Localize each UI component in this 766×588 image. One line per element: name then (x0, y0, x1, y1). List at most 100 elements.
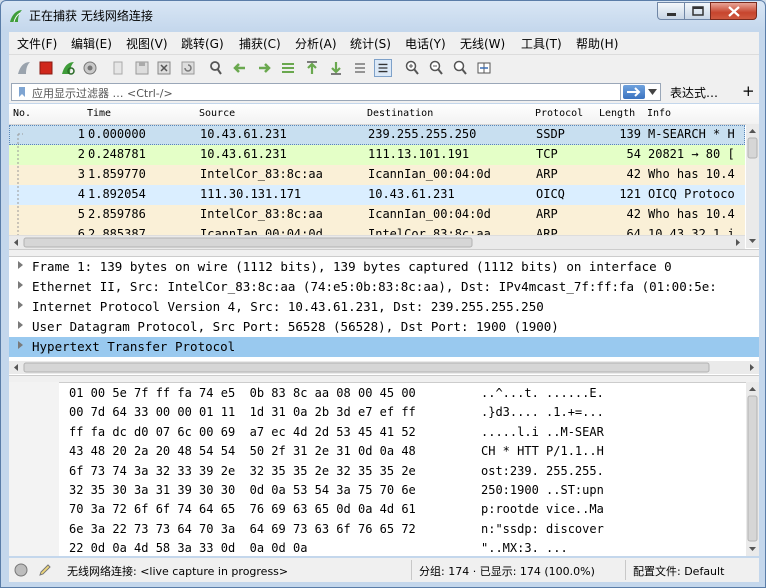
detail-tree-item[interactable]: User Datagram Protocol, Src Port: 56528 … (9, 317, 759, 337)
hex-row[interactable]: 00406f 73 74 3a 32 33 39 2e 32 35 35 2e … (9, 462, 745, 482)
add-filter-button[interactable]: + (742, 82, 755, 100)
menu-help[interactable]: 帮助(H) (576, 35, 618, 52)
display-filter-input[interactable]: 应用显示过滤器 … <Ctrl-/> (11, 83, 621, 101)
open-file-icon[interactable] (109, 59, 127, 77)
minimize-button[interactable] (657, 2, 685, 20)
title-bar[interactable]: 正在捕获 无线网络连接 (1, 1, 765, 31)
cell-destination: IcannIan_00:04:0d (368, 207, 491, 221)
cell-length: 139 (619, 127, 641, 141)
go-back-icon[interactable] (231, 59, 249, 77)
hex-row[interactable]: 005032 35 30 3a 31 39 30 30 0d 0a 53 54 … (9, 481, 745, 501)
status-interface-text: 无线网络连接: <live capture in progress> (67, 565, 289, 578)
cell-info: OICQ Protoco (648, 187, 735, 201)
hex-bytes: 22 0d 0a 4d 58 3a 33 0d 0a 0d 0a (69, 541, 308, 556)
pane-splitter-1[interactable] (9, 249, 759, 257)
close-file-icon[interactable] (155, 59, 173, 77)
reload-file-icon[interactable] (179, 59, 197, 77)
column-header-no[interactable]: No. (13, 108, 31, 119)
packet-row[interactable]: 3 1.859770 IntelCor_83:8c:aa IcannIan_00:04… (9, 165, 745, 185)
hex-ascii: 250:1900 ..ST:upn (481, 483, 604, 497)
expand-arrow-icon[interactable] (18, 341, 23, 349)
expand-arrow-icon[interactable] (18, 281, 23, 289)
expression-button[interactable]: 表达式… (670, 84, 718, 101)
detail-tree-item[interactable]: Internet Protocol Version 4, Src: 10.43.… (9, 297, 759, 317)
save-file-icon[interactable] (133, 59, 151, 77)
pane-splitter-2[interactable] (9, 375, 759, 383)
column-header-source[interactable]: Source (199, 108, 235, 119)
details-hscrollbar[interactable] (9, 361, 759, 374)
main-panes: No. Time Source Destination Protocol Len… (9, 104, 759, 556)
bytes-vscrollbar[interactable] (746, 382, 759, 556)
zoom-out-icon[interactable] (427, 59, 445, 77)
detail-tree-item[interactable]: Ethernet II, Src: IntelCor_83:8c:aa (74:… (9, 277, 759, 297)
packet-row[interactable]: 1 0.000000 10.43.61.231 239.255.255.250 SSDP… (9, 125, 745, 145)
apply-filter-button[interactable] (623, 85, 645, 99)
find-packet-icon[interactable] (207, 59, 225, 77)
resize-columns-icon[interactable] (475, 59, 493, 77)
menu-view[interactable]: 视图(V) (126, 35, 168, 52)
hex-row[interactable]: 0020ff fa dc d0 07 6c 00 69 a7 ec 4d 2d … (9, 423, 745, 443)
detail-tree-item[interactable]: Hypertext Transfer Protocol (9, 337, 759, 357)
status-profile-text[interactable]: 配置文件: Default (633, 563, 724, 579)
zoom-in-icon[interactable] (403, 59, 421, 77)
status-packets-text: 分组: 174 · 已显示: 174 (100.0%) (419, 565, 595, 578)
column-header-length[interactable]: Length (599, 108, 635, 119)
cell-source: 10.43.61.231 (200, 147, 287, 161)
menu-statistics[interactable]: 统计(S) (350, 35, 391, 52)
stop-capture-icon[interactable] (37, 59, 55, 77)
menu-analyze[interactable]: 分析(A) (295, 35, 337, 52)
packet-row[interactable]: 2 0.248781 10.43.61.231 111.13.101.191 TCP 54… (9, 145, 745, 165)
expand-arrow-icon[interactable] (18, 261, 23, 269)
cell-length: 42 (626, 167, 641, 181)
menu-telephony[interactable]: 电话(Y) (405, 35, 446, 52)
hex-row[interactable]: 001000 7d 64 33 00 00 01 11 1d 31 0a 2b … (9, 403, 745, 423)
menu-file[interactable]: 文件(F) (17, 35, 57, 52)
last-packet-icon[interactable] (327, 59, 345, 77)
menu-go[interactable]: 跳转(G) (181, 35, 224, 52)
menu-tools[interactable]: 工具(T) (521, 35, 562, 52)
offset-gutter (9, 382, 59, 556)
packet-row[interactable]: 5 2.859786 IntelCor_83:8c:aa IcannIan_00:04… (9, 205, 745, 225)
first-packet-icon[interactable] (303, 59, 321, 77)
details-scroll-arrows-icon (14, 362, 754, 373)
packet-row[interactable]: 4 1.892054 111.30.131.171 10.43.61.231 OICQ 1… (9, 185, 745, 205)
bookmark-filter-icon[interactable] (16, 86, 28, 98)
go-forward-icon[interactable] (255, 59, 273, 77)
maximize-button[interactable] (684, 2, 711, 20)
column-header-protocol[interactable]: Protocol (535, 108, 583, 119)
hex-row[interactable]: 008022 0d 0a 4d 58 3a 33 0d 0a 0d 0a"..M… (9, 539, 745, 559)
column-header-time[interactable]: Time (87, 108, 111, 119)
packet-list-vscrollbar[interactable] (746, 124, 759, 248)
column-header-info[interactable]: Info (647, 108, 671, 119)
bytes-vscroll-arrows-icon (747, 387, 758, 551)
chevron-down-icon[interactable] (648, 88, 657, 96)
autoscroll-icon[interactable] (351, 59, 369, 77)
go-to-packet-icon[interactable] (279, 59, 297, 77)
capture-status-icon[interactable] (13, 562, 29, 578)
expand-arrow-icon[interactable] (18, 321, 23, 329)
detail-text: Hypertext Transfer Protocol (32, 339, 236, 354)
detail-text: User Datagram Protocol, Src Port: 56528 … (32, 319, 559, 334)
hex-row[interactable]: 006070 3a 72 6f 6f 74 64 65 76 69 63 65 … (9, 500, 745, 520)
hex-row[interactable]: 000001 00 5e 7f ff fa 74 e5 0b 83 8c aa … (9, 384, 745, 404)
cell-no: 5 (77, 207, 85, 221)
colorize-list-icon[interactable] (374, 59, 392, 77)
cell-time: 0.248781 (88, 147, 146, 161)
detail-text: Internet Protocol Version 4, Src: 10.43.… (32, 299, 544, 314)
column-header-destination[interactable]: Destination (367, 108, 433, 119)
capture-options-icon[interactable] (81, 59, 99, 77)
shark-fin-start-icon[interactable] (15, 59, 33, 77)
hex-row[interactable]: 00706e 3a 22 73 73 64 70 3a 64 69 73 63 … (9, 520, 745, 540)
edit-comment-icon[interactable] (37, 562, 53, 578)
hex-row[interactable]: 003043 48 20 2a 20 48 54 54 50 2f 31 2e … (9, 442, 745, 462)
menu-wireless[interactable]: 无线(W) (460, 35, 505, 52)
packet-list-hscrollbar[interactable] (9, 235, 745, 249)
menu-edit[interactable]: 编辑(E) (71, 35, 112, 52)
restart-capture-icon[interactable] (59, 59, 77, 77)
cell-info: M-SEARCH * H (648, 127, 735, 141)
menu-capture[interactable]: 捕获(C) (239, 35, 281, 52)
close-button[interactable] (710, 2, 757, 20)
expand-arrow-icon[interactable] (18, 301, 23, 309)
normal-size-icon[interactable] (451, 59, 469, 77)
detail-tree-item[interactable]: Frame 1: 139 bytes on wire (1112 bits), … (9, 257, 759, 277)
